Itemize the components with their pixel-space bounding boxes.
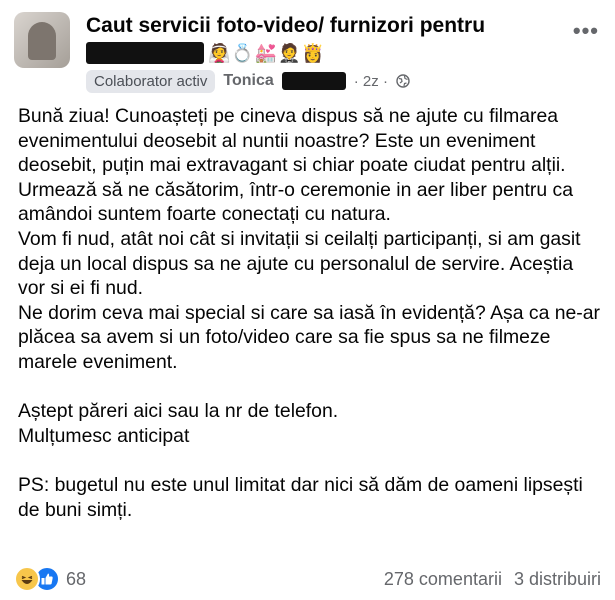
post-paragraph: Mulțumesc anticipat <box>18 424 190 447</box>
post-body: Bună ziua! Cunoașteți pe cineva dispus s… <box>18 104 603 522</box>
shares-link[interactable]: 3 distribuiri <box>514 569 601 590</box>
role-badge: Colaborator activ <box>86 69 216 93</box>
group-name-continued: 👰💍💒🤵👸 <box>86 40 325 66</box>
post-footer: 68 278 comentarii 3 distribuiri <box>14 566 601 592</box>
post-paragraph: Bună ziua! Cunoașteți pe cineva dispus s… <box>18 105 574 226</box>
post-paragraph: Aștept păreri aici sau la nr de telefon. <box>18 400 339 423</box>
group-name[interactable]: Caut servicii foto-video/ furnizori pent… <box>86 14 485 38</box>
globe-icon <box>396 74 410 88</box>
haha-reaction-icon <box>14 566 40 592</box>
author-name[interactable]: Tonica <box>223 72 273 90</box>
avatar-photo <box>28 22 56 60</box>
redacted-text <box>86 42 204 64</box>
more-options-button[interactable]: ••• <box>573 18 599 44</box>
title-emojis: 👰💍💒🤵👸 <box>208 42 326 63</box>
redacted-author-surname <box>281 72 346 90</box>
reaction-count: 68 <box>66 568 87 589</box>
post-meta: Colaborator activ Tonica · 2z · <box>86 68 410 94</box>
comments-link[interactable]: 278 comentarii <box>384 569 502 590</box>
engagement-stats: 278 comentarii 3 distribuiri <box>384 569 601 590</box>
post-paragraph: PS: bugetul nu este unul limitat dar nic… <box>18 473 583 521</box>
post-paragraph: Ne dorim ceva mai special si care sa ias… <box>18 301 601 373</box>
post-paragraph: Vom fi nud, atât noi cât si invitații si… <box>18 227 581 300</box>
reactions-summary[interactable]: 68 <box>14 566 86 592</box>
group-avatar[interactable] <box>14 12 70 68</box>
post-time[interactable]: · 2z · <box>354 73 388 90</box>
